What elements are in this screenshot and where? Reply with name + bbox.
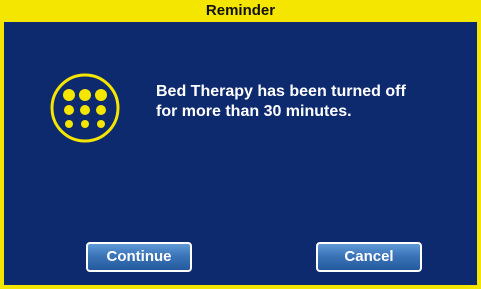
bed-therapy-dots-icon [50, 73, 120, 143]
message-line-2: for more than 30 minutes. [156, 103, 352, 120]
continue-button[interactable]: Continue [86, 242, 192, 272]
reminder-dialog: Reminder Bed Therapy has been turned off… [0, 0, 481, 289]
dialog-title: Reminder [4, 0, 477, 22]
message-line-1: Bed Therapy has been turned off [156, 83, 406, 100]
dialog-body: Bed Therapy has been turned off for more… [4, 22, 477, 285]
reminder-message: Bed Therapy has been turned off for more… [156, 82, 456, 122]
cancel-button[interactable]: Cancel [316, 242, 422, 272]
